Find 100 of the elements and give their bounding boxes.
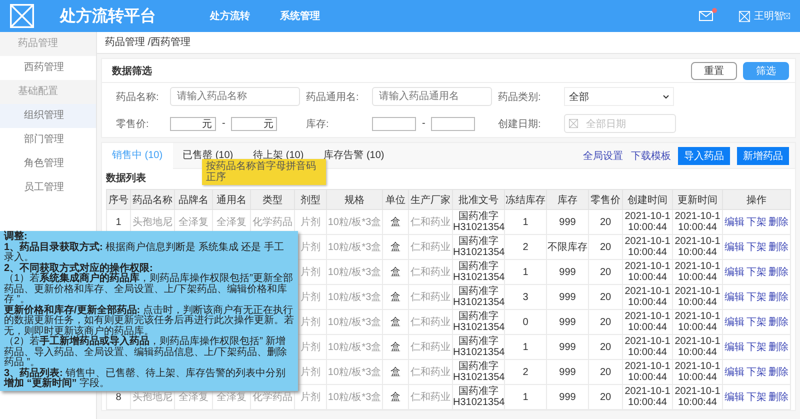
row-action-link[interactable]: 下架 xyxy=(746,242,766,252)
chevron-icon xyxy=(663,94,669,98)
table-cell: 2021-10-1 10:00:44 xyxy=(674,236,720,258)
table-cell: 国药准字 H31021354 xyxy=(453,236,505,258)
max-price-field[interactable]: 元 xyxy=(231,116,278,130)
toolbar-link[interactable]: 下载模板 xyxy=(631,148,671,162)
row-action-link[interactable]: 下架 xyxy=(746,292,766,302)
table-cell: 盒 xyxy=(390,242,400,252)
sort-tooltip: 按药品名称首字母拼音码正序 xyxy=(202,159,326,185)
table-cell: 仁和药业 xyxy=(410,242,450,252)
row-action-link[interactable]: 删除 xyxy=(768,292,788,302)
list-title: 数据列表 xyxy=(106,173,146,184)
table-cell: 20 xyxy=(600,342,612,352)
table-cell: 999 xyxy=(559,266,576,278)
reset-button[interactable]: 重置 xyxy=(691,62,737,80)
row-action-link[interactable]: 删除 xyxy=(768,366,788,378)
row-action-link[interactable]: 编辑 xyxy=(724,242,744,252)
row-action-link[interactable]: 删除 xyxy=(768,392,788,402)
row-action-link[interactable]: 删除 xyxy=(768,266,788,278)
table-cell: 10粒/板*3盒 xyxy=(328,242,382,252)
row-action-link[interactable]: 删除 xyxy=(768,242,788,252)
table-cell: 盒 xyxy=(390,266,400,278)
row-action-link[interactable]: 编辑 xyxy=(724,316,744,328)
table-cell: 全泽复 xyxy=(216,392,246,402)
table-cell: 2021-10-1 10:00:44 xyxy=(674,311,720,333)
table-cell: 片剂 xyxy=(300,242,320,252)
table-cell: 盒 xyxy=(390,292,400,302)
row-action-link[interactable]: 编辑 xyxy=(724,216,744,228)
row-action-link[interactable]: 删除 xyxy=(768,316,788,328)
table-cell: 国药准字 H31021354 xyxy=(453,286,505,308)
table-cell: 1 xyxy=(116,216,122,228)
row-action-link[interactable]: 下架 xyxy=(746,316,766,328)
table-cell: 10粒/板*3盒 xyxy=(328,292,382,302)
table-cell: 2021-10-1 10:00:44 xyxy=(624,361,670,383)
table-cell: 999 xyxy=(559,342,576,352)
table-cell: 仁和药业 xyxy=(410,392,450,402)
mail-icon[interactable] xyxy=(699,11,713,21)
table-cell: 2021-10-1 10:00:44 xyxy=(624,211,670,233)
table-cell: 2021-10-1 10:00:44 xyxy=(674,336,720,358)
min-stock-field[interactable] xyxy=(372,116,416,130)
sidebar-item[interactable]: 组织管理 xyxy=(0,104,96,128)
field-label: 创建日期: xyxy=(498,118,542,130)
table-cell: 2 xyxy=(522,242,528,252)
generic-name-field[interactable]: 请输入药品通用名 xyxy=(372,87,492,106)
table-cell: 2021-10-1 10:00:44 xyxy=(674,211,720,233)
table-cell: 20 xyxy=(600,266,612,278)
table-cell: 仁和药业 xyxy=(410,266,450,278)
table-cell: 片剂 xyxy=(300,216,320,228)
column-header: 冻结库存 xyxy=(504,190,546,210)
table-cell: 盒 xyxy=(390,316,400,328)
column-header: 类型 xyxy=(250,190,294,210)
action-button[interactable]: 导入药品 xyxy=(678,146,730,164)
table-cell: 8 xyxy=(116,392,122,402)
column-header: 批准文号 xyxy=(452,190,504,210)
table-cell: 1 xyxy=(522,392,528,402)
table-cell: 3 xyxy=(522,292,528,302)
name-field[interactable]: 请输入药品名称 xyxy=(170,87,300,106)
table-cell: 999 xyxy=(559,316,576,328)
table-cell: 2021-10-1 10:00:44 xyxy=(624,236,670,258)
table-cell: 盒 xyxy=(390,366,400,378)
table-cell: 盒 xyxy=(390,392,400,402)
table-cell: 盒 xyxy=(390,216,400,228)
row-action-link[interactable]: 删除 xyxy=(768,342,788,352)
card-title: 数据筛选 xyxy=(112,64,152,78)
table-cell: 片剂 xyxy=(300,342,320,352)
row-action-link[interactable]: 编辑 xyxy=(724,292,744,302)
table-cell: 2021-10-1 10:00:44 xyxy=(674,386,720,408)
table-cell: 20 xyxy=(600,242,612,252)
category-select[interactable]: 全部 xyxy=(564,87,674,106)
table-cell: 不限库存 xyxy=(548,242,588,252)
table-cell: 999 xyxy=(559,392,576,402)
row-action-link[interactable]: 下架 xyxy=(746,366,766,378)
row-action-link[interactable]: 下架 xyxy=(746,342,766,352)
table-cell: 999 xyxy=(559,366,576,378)
sticky-note: 调整: 1、药品目录获取方式: 根据商户信息判断是 系统集成 还是 手工录入。 2、不同获取方式对应的操作权限: （1）若系统集成商户的药品库，则药品库操作权限包括”更新全部药品、更新价格和库存、全局设置、上/下架药品、编辑价格和库存 ”。 更新价格和库存/更新全部药品: 点击时，判断该商户有无正在执行的数据更新任务，如有则更新完该任务后再进行此次操作更新。若无，则即时更新该商户的药品库。 （2）若手工新增药品或导入药品，则药品库操作权限包括” 新增药品、导入药品、全局设置、编辑药品信息、上/下架药品、删除药品 ”。 3、药品列表: 销售中、已售罄、待上架、库存告警的列表中分别增加 “更新时间” 字段。 xyxy=(0,231,298,390)
row-action-link[interactable]: 编辑 xyxy=(724,342,744,352)
table-cell: 20 xyxy=(600,216,612,228)
row-action-link[interactable]: 删除 xyxy=(768,216,788,228)
table-cell: 2021-10-1 10:00:44 xyxy=(674,286,720,308)
table-cell: 2021-10-1 10:00:44 xyxy=(624,311,670,333)
table-cell: 国药准字 H31021354 xyxy=(453,361,505,383)
table-cell: 片剂 xyxy=(300,316,320,328)
table-cell: 2021-10-1 10:00:44 xyxy=(624,336,670,358)
row-action-link[interactable]: 下架 xyxy=(746,266,766,278)
row-action-link[interactable]: 编辑 xyxy=(724,266,744,278)
min-price-field[interactable]: 元 xyxy=(170,116,216,130)
field-label: 库存: xyxy=(306,118,330,130)
table-cell: 999 xyxy=(559,292,576,302)
row-action-link[interactable]: 编辑 xyxy=(724,366,744,378)
table-cell: 999 xyxy=(559,216,576,228)
action-button[interactable]: 新增药品 xyxy=(737,146,789,164)
column-header: 创建时间 xyxy=(622,190,672,210)
max-stock-field[interactable] xyxy=(431,116,476,130)
row-action-link[interactable]: 编辑 xyxy=(724,392,744,402)
row-action-link[interactable]: 下架 xyxy=(746,216,766,228)
column-header: 零售价 xyxy=(588,190,622,210)
table-cell: 0 xyxy=(522,316,528,328)
toolbar-link[interactable]: 全局设置 xyxy=(583,148,623,162)
row-action-link[interactable]: 下架 xyxy=(746,392,766,402)
avatar-icon xyxy=(739,10,750,22)
